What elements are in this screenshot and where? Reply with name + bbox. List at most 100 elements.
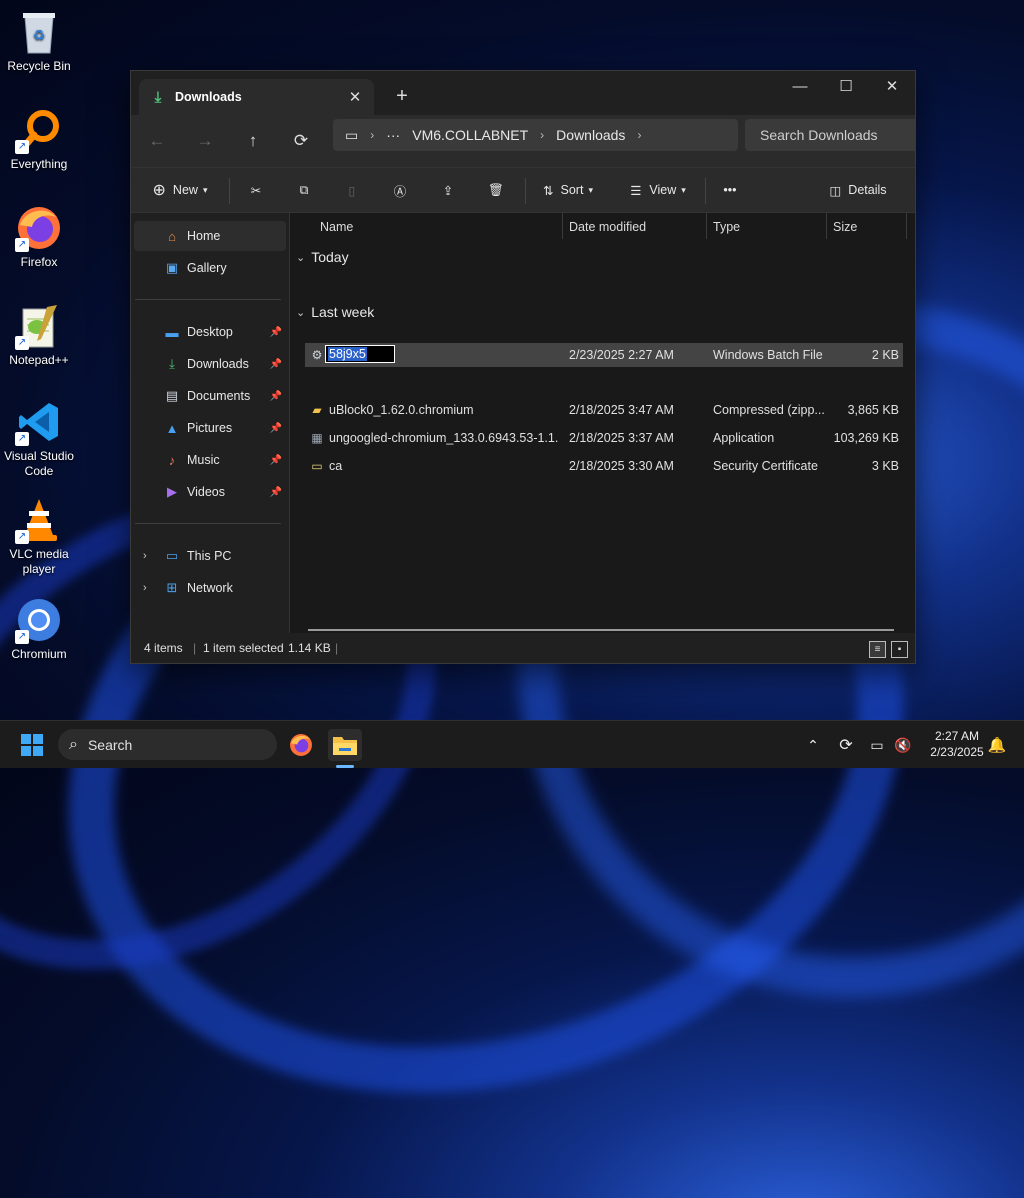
desktop-icon-firefox[interactable]: ↗ Firefox [0,204,78,270]
videos-folder-icon: ▶ [167,484,177,499]
column-header-size[interactable]: Size [833,213,857,241]
chevron-right-icon[interactable]: › [143,582,147,594]
taskbar-file-explorer[interactable] [328,729,362,761]
start-button[interactable] [16,729,48,761]
nav-item-home[interactable]: ⌂ Home [134,221,286,251]
details-view-icon: ≡ [874,644,881,655]
firefox-icon [290,734,312,756]
column-header-date[interactable]: Date modified [569,213,646,241]
sort-icon: ⇅ [543,183,554,198]
more-options-button[interactable]: ••• [715,174,745,206]
pin-icon: 📌 [269,390,282,402]
desktop-icon-notepad-plus-plus[interactable]: ↗ Notepad++ [0,302,78,368]
table-row[interactable]: ▦ ungoogled-chromium_133.0.6943.53-1.1..… [305,426,903,450]
minimize-button[interactable]: — [777,71,823,101]
maximize-button[interactable]: ☐ [823,71,869,101]
nav-item-gallery[interactable]: ▣ Gallery [134,253,286,283]
share-button[interactable]: ⇪ [433,174,463,206]
details-pane-button[interactable]: ◫ Details [825,174,891,206]
close-window-button[interactable]: ✕ [869,71,915,101]
clock-date: 2/23/2025 [930,745,984,759]
nav-item-documents[interactable]: ▤ Documents 📌 [134,381,286,411]
chevron-right-icon[interactable]: › [143,550,147,562]
paste-button[interactable]: ▯ [337,174,367,206]
chevron-right-icon: › [540,128,545,142]
tiles-view-toggle[interactable]: ▪ [891,641,908,658]
nav-item-music[interactable]: ♪ Music 📌 [134,445,286,475]
up-button[interactable]: ↑ [237,125,269,157]
trash-icon: 🗑 [488,182,504,197]
breadcrumb[interactable]: ▭ › ··· VM6.COLLABNET › Downloads › [333,119,738,151]
sort-button[interactable]: ⇅ Sort ▾ [535,174,601,206]
tab-downloads[interactable]: ⤓ Downloads ✕ [139,79,374,115]
nav-item-pictures[interactable]: ▲ Pictures 📌 [134,413,286,443]
horizontal-scrollbar[interactable] [308,629,894,631]
taskbar-clock[interactable]: 2:27 AM 2/23/2025 [918,728,996,760]
monitor-icon: ▭ [345,126,359,143]
search-input[interactable]: Search Downloads [745,119,915,151]
pin-icon: 📌 [269,358,282,370]
view-button[interactable]: ☰ View ▾ [623,174,693,206]
column-divider[interactable] [826,213,827,239]
rename-button[interactable]: Ⓐ [385,174,415,206]
navigation-pane: ⌂ Home ▣ Gallery ▬ Desktop 📌 ⤓ Downloads… [131,213,290,633]
breadcrumb-item[interactable]: VM6.COLLABNET [412,127,528,143]
taskbar-search[interactable]: ⌕ Search [58,729,277,760]
back-button[interactable]: ← [141,125,173,157]
nav-item-this-pc[interactable]: › ▭ This PC [134,541,286,571]
nav-divider [135,299,281,300]
tray-sync-icon[interactable]: ⟳ [834,729,858,761]
shortcut-arrow-icon: ↗ [15,336,29,350]
tray-network-icon[interactable]: ▭ [866,729,888,761]
vlc-icon: ↗ [15,496,63,544]
status-item-count: 4 items [144,641,183,655]
group-header-last-week[interactable]: ⌄ Last week [296,301,374,323]
table-row[interactable]: ▭ ca 2/18/2025 3:30 AM Security Certific… [305,454,903,478]
close-tab-button[interactable]: ✕ [344,86,366,108]
shortcut-arrow-icon: ↗ [15,432,29,446]
table-row[interactable]: ▰ uBlock0_1.62.0.chromium 2/18/2025 3:47… [305,398,903,422]
copy-button[interactable]: ⧉ [289,174,319,206]
breadcrumb-overflow[interactable]: ··· [386,127,400,143]
show-hidden-icons-button[interactable]: ⌃ [802,729,824,761]
details-view-toggle[interactable]: ≡ [869,641,886,658]
refresh-button[interactable]: ⟳ [285,125,317,157]
notifications-button[interactable]: 🔔 [986,729,1008,761]
tray-volume-icon[interactable]: 🔇 [892,729,914,761]
column-header-name[interactable]: Name [320,213,353,241]
desktop-icon-chromium[interactable]: ↗ Chromium [0,596,78,662]
taskbar-firefox[interactable] [286,729,316,761]
home-icon: ⌂ [168,228,176,244]
this-pc-icon: ▭ [165,548,179,563]
search-icon: ⌕ [69,735,78,753]
column-divider[interactable] [562,213,563,239]
desktop-icon-recycle-bin[interactable]: ♻ Recycle Bin [0,8,78,74]
bell-icon: 🔔 [987,737,1007,754]
desktop-icon-everything[interactable]: ↗ Everything [0,106,78,172]
rename-input[interactable]: 58j9x5 [325,345,395,363]
group-header-today[interactable]: ⌄ Today [296,246,349,268]
nav-item-videos[interactable]: ▶ Videos 📌 [134,477,286,507]
new-tab-button[interactable]: + [389,83,415,109]
status-bar: 4 items | 1 item selected 1.14 KB | ≡ ▪ [131,633,915,663]
nav-item-desktop[interactable]: ▬ Desktop 📌 [134,317,286,347]
certificate-icon: ▭ [311,459,323,473]
nav-item-network[interactable]: › ⊞ Network [134,573,286,603]
column-divider[interactable] [706,213,707,239]
desktop-icon-vscode[interactable]: ↗ Visual Studio Code [0,398,78,479]
column-divider[interactable] [906,213,907,239]
new-button[interactable]: ⊕ New ▾ [147,174,213,206]
desktop-icon-vlc[interactable]: ↗ VLC media player [0,496,78,577]
documents-folder-icon: ▤ [165,388,179,403]
nav-item-downloads[interactable]: ⤓ Downloads 📌 [134,349,286,379]
forward-button[interactable]: → [189,125,221,157]
cut-button[interactable]: ✂ [241,174,271,206]
file-list: Name Date modified Type Size ⌄ Today ⚙ 5… [290,213,915,633]
copy-icon: ⧉ [299,182,309,197]
delete-button[interactable]: 🗑 [481,174,511,206]
pin-icon: 📌 [269,486,282,498]
table-row[interactable]: ⚙ 58j9x5 2/23/2025 2:27 AM Windows Batch… [305,343,903,367]
breadcrumb-item[interactable]: Downloads [556,127,625,143]
download-arrow-icon: ⤓ [154,88,162,106]
column-header-type[interactable]: Type [713,213,740,241]
